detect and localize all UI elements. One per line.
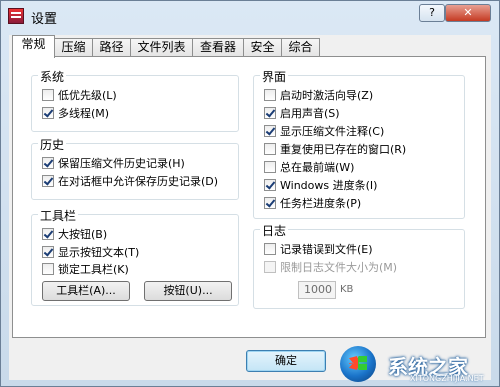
checkbox-box-checked bbox=[42, 246, 54, 258]
checkbox-box-checked bbox=[42, 157, 54, 169]
watermark: 系统之家 XITONGZHIJIA.NET bbox=[330, 340, 500, 387]
log-size-input[interactable]: 1000 bbox=[298, 281, 336, 299]
checkbox-box bbox=[264, 161, 276, 173]
checkbox-label: 启用声音(S) bbox=[280, 107, 340, 120]
checkbox-box-checked bbox=[264, 107, 276, 119]
checkbox-box bbox=[42, 89, 54, 101]
checkbox-label: 任务栏进度条(P) bbox=[280, 197, 362, 210]
winrar-app-icon bbox=[8, 8, 24, 24]
group-title-system: 系统 bbox=[38, 68, 67, 85]
windows-logo-icon bbox=[340, 346, 376, 382]
checkbox-box-checked bbox=[264, 197, 276, 209]
system-group: 系统 低优先级(L) 多线程(M) bbox=[31, 68, 239, 132]
checkbox-label: 显示压缩文件注释(C) bbox=[280, 125, 385, 138]
history-group: 历史 保留压缩文件历史记录(H) 在对话框中允许保存历史记录(D) bbox=[31, 136, 239, 200]
checkbox-box-checked bbox=[42, 107, 54, 119]
watermark-url: XITONGZHIJIA.NET bbox=[410, 374, 484, 383]
help-button[interactable]: ? bbox=[419, 4, 445, 22]
checkbox-label: 显示按钮文本(T) bbox=[58, 246, 140, 259]
checkbox-box bbox=[264, 89, 276, 101]
checkbox-box bbox=[264, 243, 276, 255]
checkbox-label: 重复使用已存在的窗口(R) bbox=[280, 143, 407, 156]
checkbox-label: 限制日志文件大小为(M) bbox=[280, 261, 398, 274]
checkbox-label: 记录错误到文件(E) bbox=[280, 243, 373, 256]
tab-general[interactable]: 常规 bbox=[12, 35, 55, 58]
tab-file-list[interactable]: 文件列表 bbox=[130, 38, 193, 57]
window-title: 设置 bbox=[31, 12, 58, 27]
tab-viewer[interactable]: 查看器 bbox=[192, 38, 244, 57]
title-bar[interactable]: 设置 ? ✕ bbox=[1, 1, 499, 31]
checkbox-label: 多线程(M) bbox=[58, 107, 110, 120]
checkbox-label: 在对话框中允许保存历史记录(D) bbox=[58, 175, 219, 188]
checkbox-label: 大按钮(B) bbox=[58, 228, 108, 241]
buttons-settings-button[interactable]: 按钮(U)... bbox=[144, 281, 232, 301]
toolbar-settings-button[interactable]: 工具栏(A)... bbox=[42, 281, 130, 301]
checkbox-box-checked bbox=[264, 179, 276, 191]
checkbox-box-checked bbox=[264, 125, 276, 137]
checkbox-label: 保留压缩文件历史记录(H) bbox=[58, 157, 185, 170]
checkbox-box bbox=[42, 263, 54, 275]
checkbox-box bbox=[264, 143, 276, 155]
checkbox-box-checked bbox=[42, 228, 54, 240]
group-title-log: 日志 bbox=[260, 222, 289, 239]
tab-miscellaneous[interactable]: 综合 bbox=[281, 38, 320, 57]
group-title-interface: 界面 bbox=[260, 68, 289, 85]
tab-compression[interactable]: 压缩 bbox=[54, 38, 93, 57]
interface-group: 界面 启动时激活向导(Z) 启用声音(S) 显示压缩文件注释(C) 重复使用已存… bbox=[253, 68, 465, 219]
checkbox-label: 启动时激活向导(Z) bbox=[280, 89, 374, 102]
close-button[interactable]: ✕ bbox=[445, 4, 491, 22]
checkbox-label: 低优先级(L) bbox=[58, 89, 117, 102]
tab-security[interactable]: 安全 bbox=[243, 38, 282, 57]
group-title-history: 历史 bbox=[38, 136, 67, 153]
checkbox-label: Windows 进度条(I) bbox=[280, 179, 378, 192]
log-size-unit: KB bbox=[340, 284, 354, 295]
ok-button[interactable]: 确定 bbox=[246, 350, 326, 372]
checkbox-label: 锁定工具栏(K) bbox=[58, 263, 129, 276]
log-group: 日志 记录错误到文件(E) 限制日志文件大小为(M) 1000 KB bbox=[253, 222, 465, 309]
checkbox-box-disabled bbox=[264, 261, 276, 273]
checkbox-label: 总在最前端(W) bbox=[280, 161, 355, 174]
group-title-toolbar: 工具栏 bbox=[38, 207, 79, 224]
toolbar-group: 工具栏 大按钮(B) 显示按钮文本(T) 锁定工具栏(K) 工具栏(A)... … bbox=[31, 207, 239, 306]
general-tab-panel: 系统 低优先级(L) 多线程(M) 历史 保留压缩文件历史记录(H) 在对话框中… bbox=[12, 56, 486, 338]
checkbox-box-checked bbox=[42, 175, 54, 187]
tab-paths[interactable]: 路径 bbox=[92, 38, 131, 57]
